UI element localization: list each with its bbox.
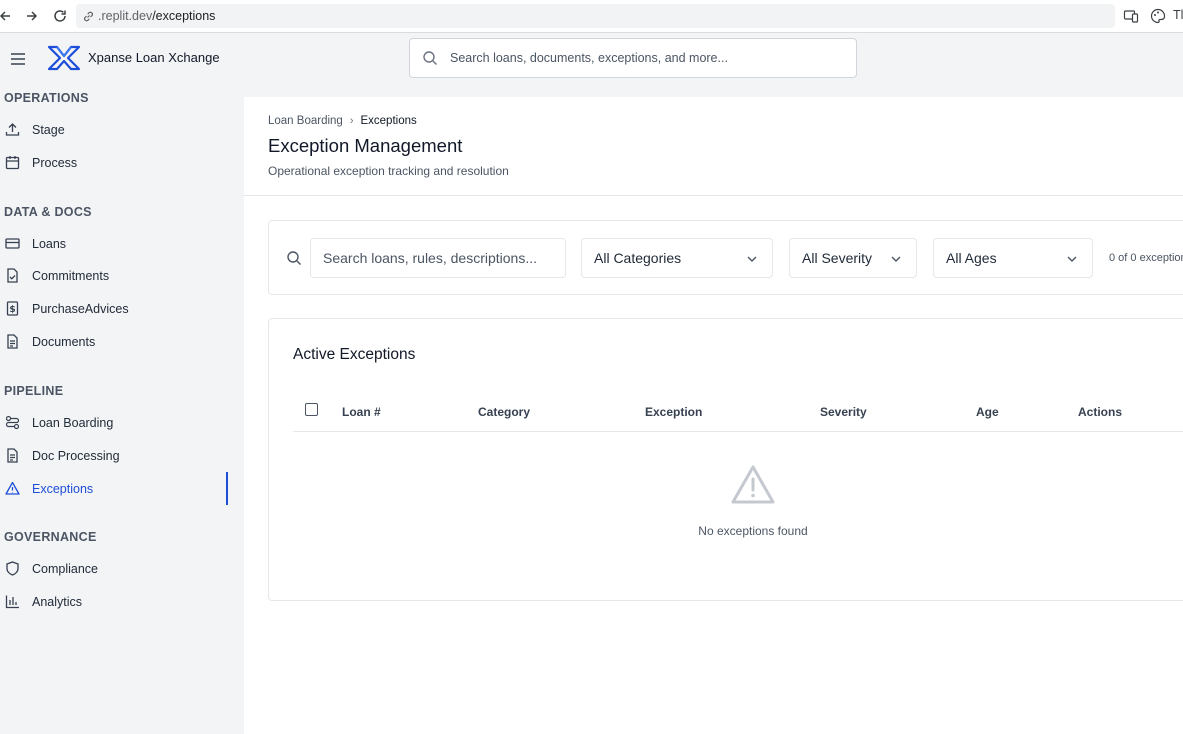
url-path: /exceptions — [152, 9, 216, 23]
link-icon — [84, 11, 93, 21]
chevron-down-icon — [747, 256, 757, 262]
sidebar-item-documents[interactable]: Documents — [0, 325, 228, 358]
sidebar: OPERATIONS Stage Process DATA & DOCS Loa… — [0, 91, 244, 734]
sidebar-item-label: Compliance — [32, 561, 99, 576]
active-exceptions-card: Active Exceptions Loan # Category Except… — [268, 318, 1183, 601]
page-header: Loan Boarding › Exceptions Exception Man… — [244, 97, 1183, 196]
browser-toolbar: .replit.dev/exceptions Tl — [0, 0, 1183, 33]
sidebar-item-doc-processing[interactable]: Doc Processing — [0, 439, 228, 472]
sidebar-item-label: Process — [32, 155, 78, 170]
back-icon[interactable] — [0, 7, 14, 25]
credit-card-icon — [4, 236, 20, 252]
sidebar-item-label: Loan Boarding — [32, 415, 114, 430]
sidebar-item-label: Documents — [32, 334, 96, 349]
empty-state: No exceptions found — [269, 464, 1183, 538]
page-subtitle: Operational exception tracking and resol… — [268, 164, 509, 178]
category-select[interactable]: All Categories — [581, 238, 773, 278]
exception-count: 0 of 0 exceptions — [1109, 252, 1183, 264]
column-header-severity[interactable]: Severity — [820, 405, 867, 419]
menu-icon[interactable] — [9, 50, 27, 68]
chevron-down-icon — [1067, 256, 1077, 262]
section-title-data-docs: DATA & DOCS — [4, 205, 92, 219]
sidebar-item-label: Commitments — [32, 268, 110, 283]
sidebar-item-process[interactable]: Process — [0, 146, 228, 179]
breadcrumb-parent[interactable]: Loan Boarding — [268, 115, 343, 127]
sidebar-item-stage[interactable]: Stage — [0, 113, 228, 146]
global-search-input[interactable] — [450, 51, 830, 65]
severity-select-value: All Severity — [802, 250, 873, 266]
age-select[interactable]: All Ages — [933, 238, 1093, 278]
app-header: Xpanse Loan Xchange — [0, 33, 1183, 97]
receipt-dollar-icon: $ — [4, 301, 20, 317]
column-header-actions: Actions — [1078, 405, 1123, 419]
devices-icon[interactable] — [1123, 8, 1139, 29]
section-title-pipeline: PIPELINE — [4, 384, 64, 398]
alert-triangle-icon — [4, 481, 20, 497]
xpanse-logo — [47, 45, 81, 71]
file-text-icon — [4, 334, 20, 350]
exception-search-input[interactable] — [323, 250, 553, 266]
column-header-category[interactable]: Category — [478, 405, 530, 419]
forward-icon[interactable] — [23, 7, 41, 25]
palette-icon[interactable] — [1150, 8, 1166, 29]
main-content: Loan Boarding › Exceptions Exception Man… — [244, 97, 1183, 734]
exception-search-field[interactable] — [310, 238, 566, 278]
sidebar-item-loan-boarding[interactable]: Loan Boarding — [0, 406, 228, 439]
svg-text:$: $ — [9, 305, 15, 315]
sidebar-item-compliance[interactable]: Compliance — [0, 552, 228, 585]
age-select-value: All Ages — [946, 250, 997, 266]
chevron-down-icon — [891, 256, 901, 262]
file-text-icon — [4, 448, 20, 464]
sidebar-item-commitments[interactable]: Commitments — [0, 259, 228, 292]
search-icon — [423, 51, 437, 65]
breadcrumb-separator: › — [349, 115, 354, 127]
workflow-icon — [4, 415, 20, 431]
address-bar[interactable]: .replit.dev/exceptions — [76, 4, 1115, 28]
sidebar-item-label: Stage — [32, 122, 65, 137]
sidebar-item-exceptions[interactable]: Exceptions — [0, 472, 228, 505]
sidebar-item-analytics[interactable]: Analytics — [0, 585, 228, 618]
breadcrumb-current: Exceptions — [360, 115, 417, 127]
section-title-governance: GOVERNANCE — [4, 530, 97, 544]
alert-triangle-icon — [731, 465, 775, 504]
app-title: Xpanse Loan Xchange — [88, 50, 220, 65]
url-host: .replit.dev — [98, 9, 153, 23]
page-title: Exception Management — [268, 135, 463, 156]
sidebar-item-loans[interactable]: Loans — [0, 227, 228, 260]
empty-state-text: No exceptions found — [698, 524, 808, 538]
category-select-value: All Categories — [594, 250, 682, 266]
shield-icon — [4, 561, 20, 577]
sidebar-item-label: Analytics — [32, 594, 83, 609]
table-header: Loan # Category Exception Severity Age A… — [293, 395, 1183, 432]
bar-chart-icon — [4, 594, 20, 610]
sidebar-item-purchaseadvices[interactable]: $ PurchaseAdvices — [0, 292, 228, 325]
browser-truncated-label: Tl — [1173, 8, 1183, 22]
sidebar-item-label: PurchaseAdvices — [32, 301, 129, 316]
section-title-operations: OPERATIONS — [4, 91, 89, 105]
select-all-checkbox[interactable] — [305, 403, 318, 416]
sidebar-item-label: Loans — [32, 236, 67, 251]
sidebar-item-label: Doc Processing — [32, 448, 120, 463]
breadcrumb: Loan Boarding › Exceptions — [268, 115, 417, 127]
severity-select[interactable]: All Severity — [789, 238, 917, 278]
upload-icon — [4, 122, 20, 138]
calendar-icon — [4, 155, 20, 171]
search-icon — [287, 251, 301, 265]
column-header-age[interactable]: Age — [976, 405, 999, 419]
reload-icon[interactable] — [51, 7, 69, 25]
global-search[interactable] — [409, 38, 857, 78]
column-header-loan[interactable]: Loan # — [342, 405, 381, 419]
file-check-icon — [4, 268, 20, 284]
card-title: Active Exceptions — [293, 346, 416, 363]
filter-bar: All Categories All Severity All Ages 0 o… — [268, 220, 1183, 295]
column-header-exception[interactable]: Exception — [645, 405, 702, 419]
sidebar-item-label: Exceptions — [32, 481, 94, 496]
